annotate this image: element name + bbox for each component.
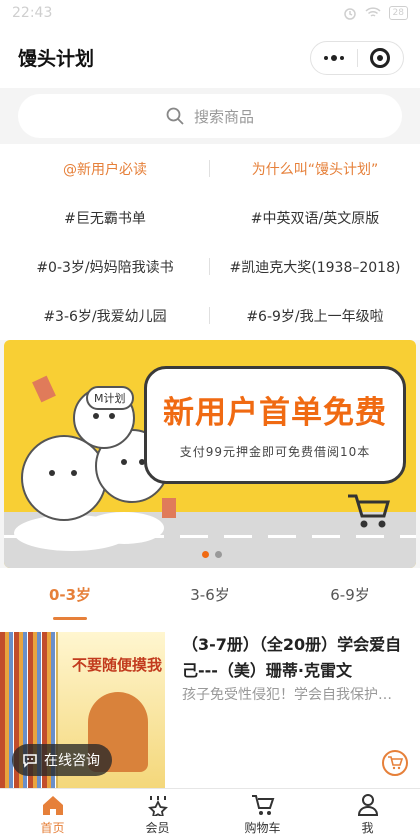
user-icon bbox=[355, 793, 381, 817]
crown-icon bbox=[145, 793, 171, 817]
quick-links: @新用户必读 为什么叫“馒头计划” #巨无霸书单 #中英双语/英文原版 #0-3… bbox=[0, 144, 420, 340]
quick-link-row: #3-6岁/我爱幼儿园 #6-9岁/我上一年级啦 bbox=[0, 291, 420, 340]
quick-link[interactable]: #0-3岁/妈妈陪我读书 bbox=[0, 257, 210, 277]
close-miniprogram-button[interactable] bbox=[358, 42, 404, 74]
carousel-indicator bbox=[202, 551, 222, 558]
tab-6-9[interactable]: 6-9岁 bbox=[280, 568, 420, 620]
tabbar-home[interactable]: 首页 bbox=[0, 789, 105, 840]
miniprogram-capsule bbox=[310, 41, 404, 75]
battery-level: 28 bbox=[388, 6, 408, 20]
tabbar-label: 会员 bbox=[145, 821, 170, 835]
search-icon bbox=[166, 107, 184, 125]
quick-link[interactable]: #6-9岁/我上一年级啦 bbox=[210, 306, 420, 326]
m-plan-badge: M计划 bbox=[86, 386, 134, 410]
quick-link[interactable]: 为什么叫“馒头计划” bbox=[210, 159, 420, 179]
status-time: 22:43 bbox=[12, 5, 53, 21]
nav-bar: 馒头计划 bbox=[0, 26, 420, 88]
consult-button[interactable]: 在线咨询 bbox=[12, 744, 112, 776]
age-tabs: 0-3岁 3-6岁 6-9岁 bbox=[0, 568, 420, 620]
cart-icon bbox=[250, 793, 276, 817]
alarm-icon bbox=[343, 8, 356, 20]
speech-bubble: 新用户首单免费 支付99元押金即可免费借阅10本 bbox=[144, 366, 406, 484]
cover-title: 不要随便摸我 bbox=[72, 656, 163, 674]
quick-link[interactable]: #中英双语/英文原版 bbox=[210, 208, 420, 228]
tabbar-cart[interactable]: 购物车 bbox=[210, 789, 315, 840]
add-to-cart-button[interactable] bbox=[382, 750, 408, 776]
product-card[interactable]: 不要随便摸我 在线咨询 （3-7册）（全20册）学会爱自己---（美）珊蒂·克雷… bbox=[0, 620, 420, 788]
bottom-tab-bar: 首页 会员 购物车 我 bbox=[0, 788, 420, 840]
quick-link[interactable]: #3-6岁/我爱幼儿园 bbox=[0, 306, 210, 326]
quick-link-row: @新用户必读 为什么叫“馒头计划” bbox=[0, 144, 420, 193]
home-icon bbox=[40, 793, 66, 817]
quick-link[interactable]: #巨无霸书单 bbox=[0, 208, 210, 228]
quick-link-row: #0-3岁/妈妈陪我读书 #凯迪克大奖(1938–2018) bbox=[0, 242, 420, 291]
status-icons: 28 bbox=[343, 6, 408, 20]
shopping-cart-illustration bbox=[348, 494, 390, 528]
search-placeholder: 搜索商品 bbox=[193, 107, 254, 126]
promo-banner[interactable]: 新用户首单免费 支付99元押金即可免费借阅10本 M计划 bbox=[4, 340, 416, 568]
quick-link[interactable]: #凯迪克大奖(1938–2018) bbox=[210, 257, 420, 277]
quick-link[interactable]: @新用户必读 bbox=[0, 159, 210, 179]
carousel-dot[interactable] bbox=[215, 551, 222, 558]
banner-headline: 新用户首单免费 bbox=[163, 395, 387, 431]
tab-0-3[interactable]: 0-3岁 bbox=[0, 568, 140, 620]
tabbar-label: 购物车 bbox=[244, 821, 281, 835]
tabbar-me[interactable]: 我 bbox=[315, 789, 420, 840]
product-title[interactable]: （3-7册）（全20册）学会爱自己---（美）珊蒂·克雷文 bbox=[182, 632, 404, 684]
more-icon bbox=[323, 55, 344, 61]
consult-label: 在线咨询 bbox=[44, 753, 100, 769]
tab-3-6[interactable]: 3-6岁 bbox=[140, 568, 280, 620]
tabbar-member[interactable]: 会员 bbox=[105, 789, 210, 840]
search-input[interactable]: 搜索商品 bbox=[18, 94, 402, 138]
carousel-dot-active[interactable] bbox=[202, 551, 209, 558]
quick-link-row: #巨无霸书单 #中英双语/英文原版 bbox=[0, 193, 420, 242]
target-icon bbox=[370, 48, 391, 68]
chat-icon bbox=[23, 754, 37, 768]
more-button[interactable] bbox=[311, 42, 357, 74]
search-area: 搜索商品 bbox=[0, 88, 420, 144]
product-image[interactable]: 不要随便摸我 在线咨询 bbox=[0, 632, 165, 788]
cart-icon bbox=[388, 756, 403, 770]
banner-subline: 支付99元押金即可免费借阅10本 bbox=[179, 445, 371, 459]
product-subtitle: 孩子免受性侵犯！学会自我保护、自... bbox=[182, 687, 404, 703]
tabbar-label: 我 bbox=[361, 821, 374, 835]
status-bar: 22:43 28 bbox=[0, 0, 420, 26]
tabbar-label: 首页 bbox=[40, 821, 65, 835]
page-title: 馒头计划 bbox=[18, 47, 95, 70]
wifi-icon bbox=[365, 7, 381, 17]
